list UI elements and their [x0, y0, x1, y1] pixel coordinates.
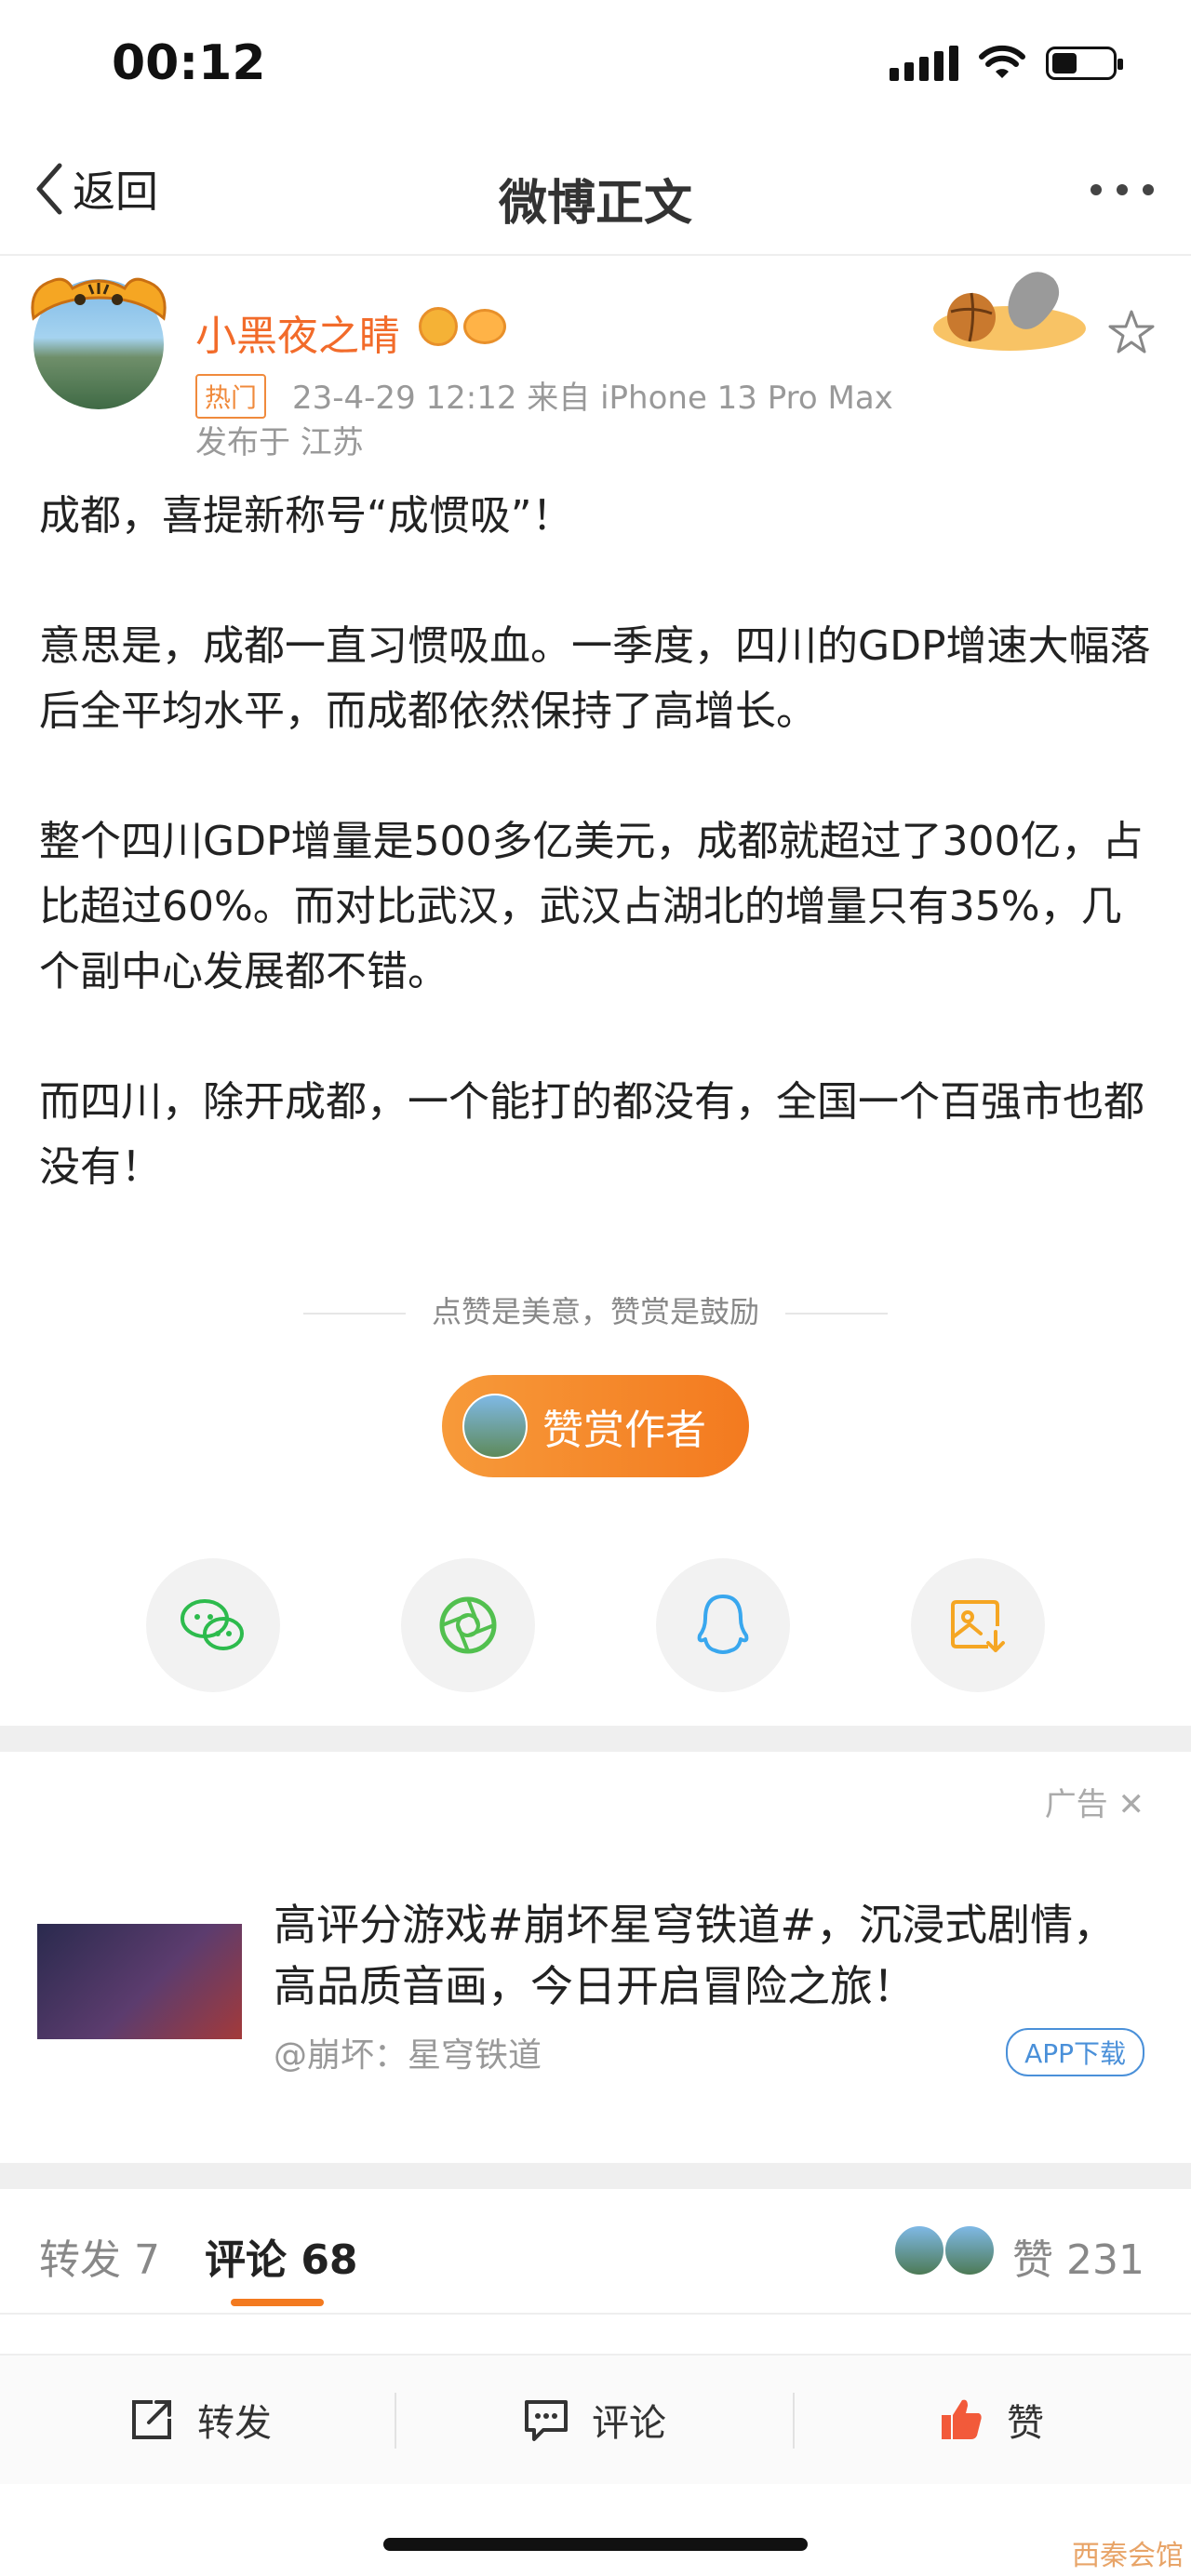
status-icons	[890, 45, 1123, 82]
save-image-button[interactable]	[911, 1558, 1045, 1692]
reward-tip: 点赞是美意，赞赏是鼓励	[0, 1288, 1191, 1331]
share-wechat-button[interactable]	[146, 1558, 280, 1692]
reward-author-button[interactable]: 赞赏作者	[442, 1375, 749, 1477]
ad-text[interactable]: 高评分游戏#崩坏星穹铁道#，沉浸式剧情，高品质音画，今日开启冒险之旅！	[274, 1894, 1148, 2017]
like-label: 赞	[1007, 2402, 1044, 2445]
more-options-icon[interactable]	[1091, 184, 1154, 195]
comment-label: 评论	[592, 2402, 666, 2445]
status-time: 00:12	[112, 35, 266, 91]
post-location: 发布于 江苏	[195, 424, 364, 461]
reward-button-label: 赞赏作者	[542, 1407, 706, 1454]
post-meta: 23-4-29 12:12 来自 iPhone 13 Pro Max	[292, 380, 893, 417]
avatar	[943, 2224, 996, 2276]
divider-line	[302, 1313, 406, 1315]
reward-tip-text: 点赞是美意，赞赏是鼓励	[431, 1294, 759, 1329]
qq-icon	[697, 1595, 749, 1654]
tab-likes[interactable]: 赞 231	[1012, 2226, 1144, 2286]
interaction-tabs: 转发 7 评论 68 赞 231	[0, 2189, 1191, 2315]
post-paragraph: 意思是，成都一直习惯吸血。一季度，四川的GDP增速大幅落后全平均水平，而成都依然…	[39, 622, 1151, 735]
battery-icon	[1046, 47, 1123, 80]
bottom-toolbar: 转发 评论 赞	[0, 2354, 1191, 2484]
favorite-star-icon[interactable]	[1105, 307, 1158, 359]
share-moments-button[interactable]	[401, 1558, 535, 1692]
post-paragraph: 整个四川GDP增量是500多亿美元，成都就超过了300亿，占比超过60%。而对比…	[39, 818, 1144, 995]
repost-button[interactable]: 转发	[127, 2393, 272, 2447]
wifi-icon	[979, 45, 1025, 78]
comment-icon	[525, 2400, 568, 2441]
ad-source[interactable]: @崩坏：星穹铁道	[274, 2028, 542, 2076]
moments-icon	[439, 1596, 497, 1654]
watermark: 西秦会馆	[1072, 2540, 1184, 2572]
toolbar-divider	[395, 2393, 396, 2449]
divider-line	[785, 1313, 888, 1315]
crown-badge-icon	[419, 307, 458, 346]
app-download-button[interactable]: APP下载	[1006, 2028, 1144, 2076]
like-button[interactable]: 赞	[936, 2393, 1044, 2447]
fish-badge-icon	[463, 309, 506, 344]
ad-image[interactable]	[37, 1924, 242, 2039]
post-content: 成都，喜提新称号“成惯吸”！ 意思是，成都一直习惯吸血。一季度，四川的GDP增速…	[39, 484, 1156, 1265]
hot-tag: 热门	[195, 374, 267, 419]
cellular-signal-icon	[890, 46, 958, 81]
section-divider	[0, 1726, 1191, 1752]
share-icon	[132, 2400, 171, 2439]
avatar	[893, 2224, 945, 2276]
toolbar-divider	[793, 2393, 795, 2449]
thumbs-up-icon	[942, 2399, 982, 2439]
reward-avatar	[462, 1394, 528, 1459]
active-tab-indicator	[231, 2299, 324, 2306]
tiger-frame-icon	[31, 277, 167, 321]
status-bar: 00:12	[0, 0, 1191, 140]
ad-label-text: 广告	[1044, 1786, 1108, 1823]
tab-comments[interactable]: 评论 68	[205, 2226, 358, 2286]
close-icon[interactable]: ✕	[1118, 1786, 1145, 1823]
nav-bar: 返回 微博正文	[0, 140, 1191, 256]
share-qq-button[interactable]	[656, 1558, 790, 1692]
wechat-icon	[181, 1599, 244, 1650]
author-name[interactable]: 小黑夜之睛	[195, 302, 400, 362]
page-title: 微博正文	[498, 176, 692, 232]
liker-avatars[interactable]	[893, 2224, 996, 2276]
author-avatar[interactable]	[31, 277, 167, 409]
ad-label[interactable]: 广告 ✕	[1045, 1779, 1144, 1824]
tab-repost[interactable]: 转发 7	[39, 2226, 160, 2286]
post-paragraph: 成都，喜提新称号“成惯吸”！	[39, 492, 573, 540]
save-image-icon	[951, 1600, 1005, 1652]
post-paragraph: 而四川，除开成都，一个能打的都没有，全国一个百强市也都没有！	[39, 1078, 1144, 1191]
repost-label: 转发	[197, 2402, 272, 2445]
decoration-card-icon	[933, 272, 1086, 351]
home-indicator	[383, 2538, 808, 2551]
section-divider	[0, 2163, 1191, 2189]
comment-button[interactable]: 评论	[521, 2393, 666, 2447]
